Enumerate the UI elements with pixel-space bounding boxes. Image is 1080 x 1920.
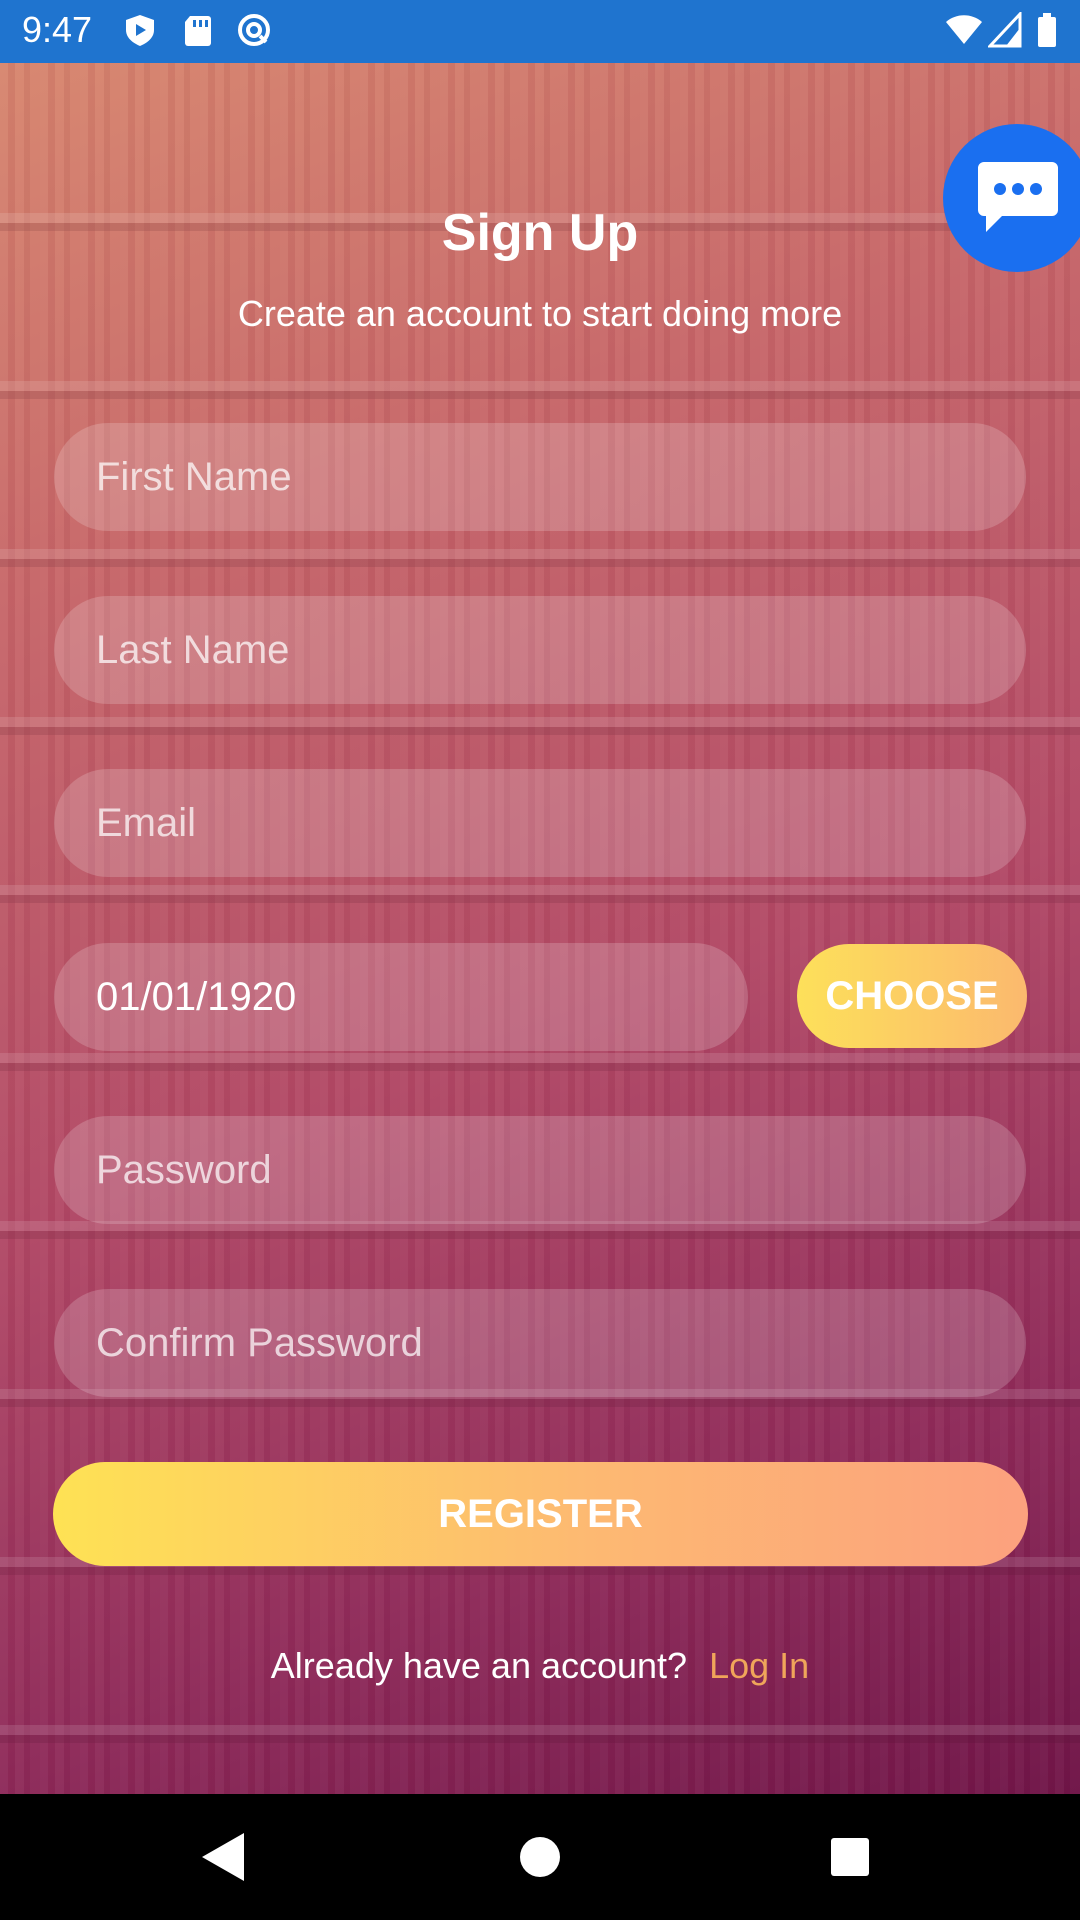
password-input[interactable] [54, 1116, 1026, 1224]
page-title: Sign Up [441, 204, 639, 262]
signup-screen: Sign Up Create an account to start doing… [0, 63, 1080, 1794]
birth-date-field [54, 943, 748, 1051]
register-button[interactable]: REGISTER [53, 1462, 1028, 1566]
first-name-field [54, 423, 1026, 531]
login-prompt-row: Already have an account? Log In [0, 1645, 1080, 1687]
chat-fab-button[interactable] [943, 124, 1080, 272]
confirm-password-field [54, 1289, 1026, 1397]
signal-icon [986, 10, 1022, 48]
status-bar: 9:47 [0, 0, 1080, 63]
page-subtitle: Create an account to start doing more [237, 293, 843, 334]
wifi-icon [944, 12, 984, 48]
last-name-field [54, 596, 1026, 704]
back-icon[interactable] [194, 1827, 254, 1887]
sd-card-icon [180, 12, 216, 48]
recents-icon[interactable] [820, 1827, 880, 1887]
navigation-bar [0, 1794, 1080, 1920]
confirm-password-input[interactable] [54, 1289, 1026, 1397]
login-prompt-text: Already have an account? [270, 1645, 688, 1686]
first-name-input[interactable] [54, 423, 1026, 531]
password-field [54, 1116, 1026, 1224]
login-link[interactable]: Log In [709, 1645, 809, 1686]
at-sign-icon [236, 12, 272, 48]
email-field [54, 769, 1026, 877]
birth-date-input[interactable] [54, 943, 748, 1051]
battery-icon [1036, 12, 1058, 48]
home-icon[interactable] [510, 1827, 570, 1887]
last-name-input[interactable] [54, 596, 1026, 704]
email-input[interactable] [54, 769, 1026, 877]
choose-date-button[interactable]: CHOOSE [797, 944, 1027, 1048]
status-time: 9:47 [22, 9, 93, 50]
play-shield-icon [122, 12, 158, 48]
chat-bubble-icon [978, 162, 1058, 232]
